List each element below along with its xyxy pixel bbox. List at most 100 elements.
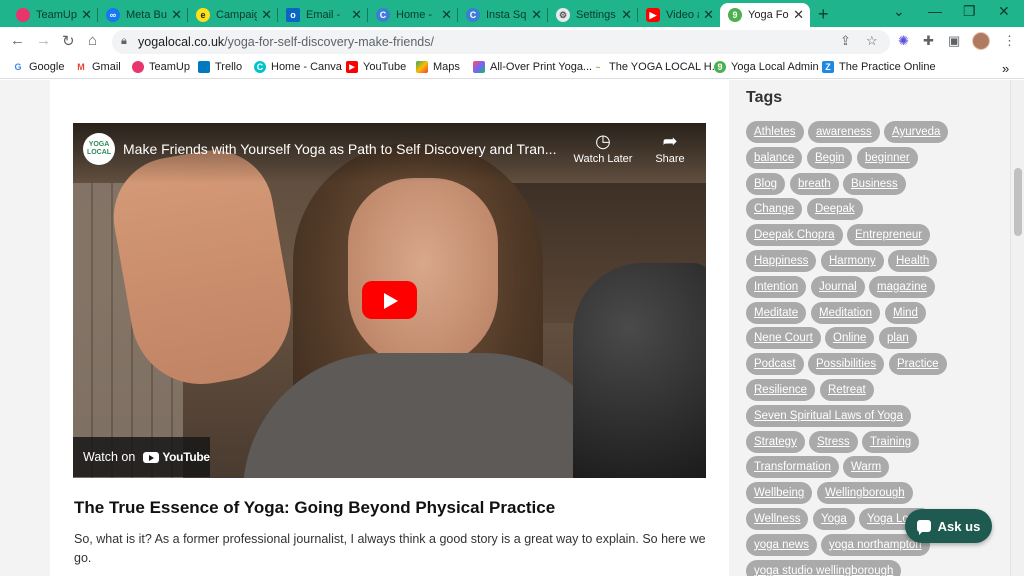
tab-search-icon[interactable]: ⌄ [893, 3, 905, 20]
tag-retreat[interactable]: Retreat [820, 379, 874, 401]
share-button[interactable]: ➦ Share [635, 131, 705, 165]
back-icon[interactable]: ← [10, 32, 25, 49]
close-icon[interactable]: ✕ [621, 7, 632, 23]
bookmark-teamup[interactable]: TeamUp [132, 61, 190, 73]
bookmark-all-over-print[interactable]: All-Over Print Yoga... [473, 61, 592, 73]
bookmark-maps[interactable]: Maps [416, 61, 460, 73]
tag-athletes[interactable]: Athletes [746, 121, 804, 143]
ask-us-chat-button[interactable]: Ask us [905, 509, 992, 543]
menu-icon[interactable]: ⋮ [1003, 33, 1016, 49]
side-panel-icon[interactable]: ▣ [948, 33, 960, 49]
close-icon[interactable]: ✕ [793, 7, 804, 23]
restore-icon[interactable]: ❐ [963, 3, 976, 20]
bookmark-star-icon[interactable]: ☆ [866, 33, 878, 49]
tag-yoga-news[interactable]: yoga news [746, 533, 817, 556]
new-tab-icon[interactable]: + [818, 4, 829, 25]
bookmarks-overflow-icon[interactable]: » [1002, 61, 1009, 76]
tag-magazine[interactable]: magazine [869, 275, 935, 298]
address-bar[interactable]: 🔒︎ yogalocal.co.uk/yoga-for-self-discove… [112, 30, 890, 54]
tag-stress[interactable]: Stress [809, 430, 858, 453]
minimize-icon[interactable]: — [928, 3, 942, 19]
close-icon[interactable]: ✕ [703, 7, 714, 23]
watch-on-youtube-button[interactable]: Watch on YouTube [73, 437, 210, 477]
tag-breath[interactable]: breath [790, 172, 839, 195]
share-icon[interactable]: ⇪ [840, 33, 851, 49]
close-icon[interactable]: ✕ [261, 7, 272, 23]
close-icon[interactable]: ✕ [531, 7, 542, 23]
bookmark-google[interactable]: G Google [12, 61, 64, 73]
tag-change[interactable]: Change [746, 198, 803, 221]
close-icon[interactable]: ✕ [351, 7, 362, 23]
video-title[interactable]: Make Friends with Yourself Yoga as Path … [123, 141, 563, 157]
tag-balance[interactable]: balance [746, 146, 803, 169]
tag-journal[interactable]: Journal [811, 275, 865, 298]
bookmark-trello[interactable]: Trello [198, 61, 242, 73]
tag-deepak[interactable]: Deepak [807, 198, 863, 221]
bookmark-practice-online[interactable]: Z The Practice Online [822, 61, 936, 73]
tag-happiness[interactable]: Happiness [746, 250, 817, 272]
bookmark-yoga-local-h[interactable]: ~ The YOGA LOCAL H... [592, 61, 721, 73]
play-button[interactable] [362, 281, 417, 319]
tag-wellness[interactable]: Wellness [746, 508, 809, 530]
tag-blog[interactable]: Blog [746, 172, 786, 195]
page-scrollbar[interactable] [1010, 80, 1024, 576]
scrollbar-thumb[interactable] [1014, 168, 1022, 236]
tag-strategy[interactable]: Strategy [746, 430, 805, 453]
close-icon[interactable]: ✕ [171, 7, 182, 23]
tag-practice[interactable]: Practice [889, 353, 947, 376]
embedded-video[interactable]: YOGA LOCAL Make Friends with Yourself Yo… [73, 123, 706, 478]
tab-email[interactable]: o Email - ✕ [278, 3, 368, 27]
tag-business[interactable]: Business [843, 172, 906, 195]
tag-wellingborough[interactable]: Wellingborough [817, 482, 913, 505]
tag-begin[interactable]: Begin [807, 146, 853, 169]
tag-meditation[interactable]: Meditation [811, 301, 881, 324]
tag-mind[interactable]: Mind [885, 301, 926, 324]
tab-campaign[interactable]: e Campaig ✕ [188, 3, 278, 27]
tag-seven-spiritual-laws-of-yoga[interactable]: Seven Spiritual Laws of Yoga [746, 404, 911, 427]
puzzle-icon[interactable]: ✚ [923, 33, 934, 49]
tag-beginner[interactable]: beginner [857, 146, 918, 169]
channel-logo[interactable]: YOGA LOCAL [83, 133, 115, 165]
close-icon[interactable]: ✕ [441, 7, 452, 23]
tag-plan[interactable]: plan [879, 327, 917, 350]
tag-meditate[interactable]: Meditate [746, 301, 807, 324]
tag-health[interactable]: Health [888, 250, 938, 272]
tab-insta[interactable]: C Insta Sq ✕ [458, 3, 548, 27]
watch-later-button[interactable]: ◷ Watch Later [568, 131, 638, 165]
tag-resilience[interactable]: Resilience [746, 379, 816, 401]
tag-ayurveda[interactable]: Ayurveda [884, 121, 949, 143]
tab-home-canva[interactable]: C Home - ✕ [368, 3, 458, 27]
tag-yoga-studio-wellingborough[interactable]: yoga studio wellingborough [746, 559, 902, 576]
tag-possibilities[interactable]: Possibilities [808, 353, 885, 376]
bookmark-youtube[interactable]: ▶ YouTube [346, 61, 406, 73]
tab-teamup[interactable]: TeamUp ✕ [8, 3, 98, 27]
forward-icon[interactable]: → [36, 32, 51, 49]
tag-awareness[interactable]: awareness [808, 121, 880, 143]
tag-entrepreneur[interactable]: Entrepreneur [847, 224, 931, 247]
home-icon[interactable]: ⌂ [88, 32, 97, 49]
close-icon[interactable]: ✕ [81, 7, 92, 23]
tag-transformation[interactable]: Transformation [746, 456, 839, 479]
tag-nene-court[interactable]: Nene Court [746, 327, 821, 350]
tag-podcast[interactable]: Podcast [746, 353, 804, 376]
bookmark-gmail[interactable]: M Gmail [75, 61, 121, 73]
avatar[interactable] [972, 32, 990, 50]
tag-online[interactable]: Online [825, 327, 875, 350]
extension-icon[interactable]: ✺ [898, 33, 909, 49]
tab-settings[interactable]: ⚙ Settings ✕ [548, 3, 638, 27]
bookmark-canva[interactable]: C Home - Canva [254, 61, 342, 73]
tab-video[interactable]: ▶ Video ar ✕ [638, 3, 720, 27]
tag-training[interactable]: Training [862, 430, 920, 453]
lock-icon[interactable]: 🔒︎ [121, 35, 127, 48]
tag-intention[interactable]: Intention [746, 275, 807, 298]
bookmark-yoga-local-admin[interactable]: 9 Yoga Local Admin [714, 61, 819, 73]
window-close-icon[interactable]: ✕ [998, 3, 1010, 20]
tag-wellbeing[interactable]: Wellbeing [746, 482, 813, 505]
reload-icon[interactable]: ↻ [62, 32, 75, 50]
tab-yoga-active[interactable]: 9 Yoga Fo ✕ [720, 3, 810, 27]
tag-warm[interactable]: Warm [843, 456, 890, 479]
tag-yoga[interactable]: Yoga [813, 508, 855, 530]
tag-harmony[interactable]: Harmony [821, 250, 884, 272]
tab-meta[interactable]: ∞ Meta Bu ✕ [98, 3, 188, 27]
tag-deepak-chopra[interactable]: Deepak Chopra [746, 224, 843, 247]
